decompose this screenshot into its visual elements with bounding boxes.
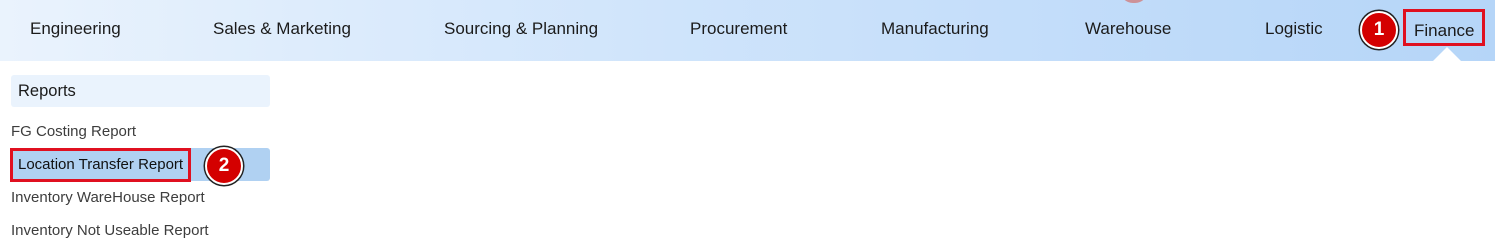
- report-item-location-transfer[interactable]: Location Transfer Report: [10, 148, 192, 182]
- nav-item-logistic[interactable]: Logistic: [1265, 0, 1323, 57]
- nav-item-engineering[interactable]: Engineering: [30, 0, 121, 57]
- report-item-inventory-warehouse[interactable]: Inventory WareHouse Report: [11, 189, 205, 206]
- nav-item-procurement[interactable]: Procurement: [690, 0, 787, 57]
- nav-item-sales-marketing[interactable]: Sales & Marketing: [213, 0, 351, 57]
- nav-item-warehouse[interactable]: Warehouse: [1085, 0, 1171, 57]
- step-marker-2: 2: [205, 147, 243, 185]
- nav-item-finance[interactable]: Finance: [1403, 9, 1486, 46]
- nav-item-sourcing-planning[interactable]: Sourcing & Planning: [444, 0, 598, 57]
- reports-section-header: Reports: [11, 75, 270, 107]
- nav-item-manufacturing[interactable]: Manufacturing: [881, 0, 989, 57]
- step-marker-1: 1: [1360, 11, 1398, 49]
- top-navigation-bar: Engineering Sales & Marketing Sourcing &…: [0, 0, 1495, 61]
- report-item-inventory-not-useable[interactable]: Inventory Not Useable Report: [11, 222, 209, 239]
- active-tab-caret: [1433, 47, 1461, 61]
- report-item-fg-costing[interactable]: FG Costing Report: [11, 123, 136, 140]
